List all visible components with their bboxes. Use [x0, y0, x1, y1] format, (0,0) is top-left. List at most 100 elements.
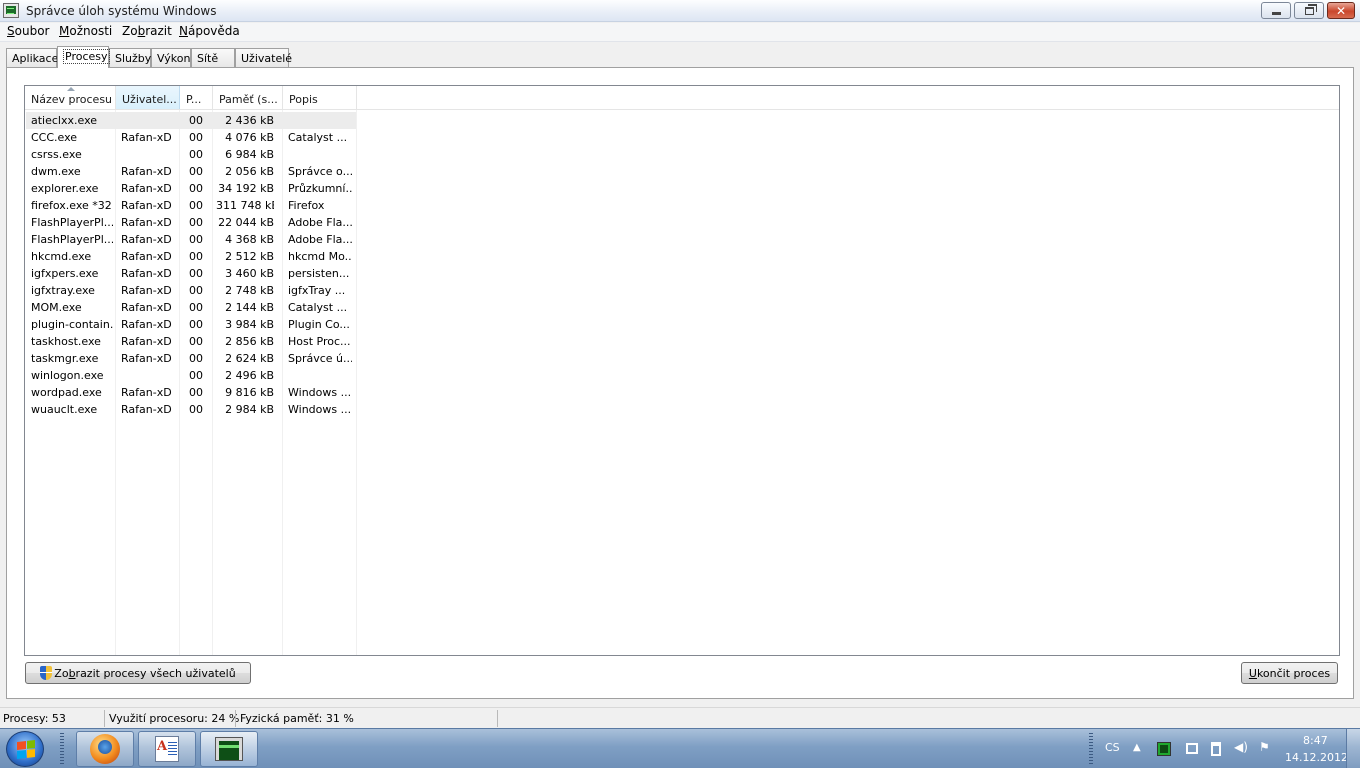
column-label: Paměť (s...	[219, 93, 278, 106]
column-label: Popis	[289, 93, 318, 106]
table-row[interactable]: MOM.exe Rafan-xD 00 2 144 kB Catalyst ...	[26, 299, 356, 316]
tab-aplikace[interactable]: Aplikace	[6, 48, 59, 68]
end-process-button[interactable]: Ukončit proces	[1241, 662, 1338, 684]
process-list[interactable]: Název procesu Uživatel... P... Paměť (s.…	[24, 85, 1340, 656]
process-cpu: 00	[189, 216, 203, 229]
minimize-button[interactable]	[1261, 2, 1291, 19]
tab-vykon[interactable]: Výkon	[151, 48, 191, 68]
taskbar-firefox[interactable]	[76, 731, 134, 767]
title-bar[interactable]: Správce úloh systému Windows ✕	[0, 0, 1360, 22]
process-user: Rafan-xD	[121, 301, 172, 314]
volume-icon[interactable]: ◀)	[1234, 740, 1248, 754]
column-header-memory[interactable]: Paměť (s...	[213, 86, 283, 109]
column-header-description[interactable]: Popis	[283, 86, 357, 109]
wordpad-icon	[155, 736, 179, 762]
process-user: Rafan-xD	[121, 284, 172, 297]
close-button[interactable]: ✕	[1327, 2, 1355, 19]
table-row[interactable]: dwm.exe Rafan-xD 00 2 056 kB Správce o...	[26, 163, 356, 180]
process-name: atieclxx.exe	[31, 114, 98, 127]
process-memory: 2 056 kB	[225, 165, 274, 178]
process-description: Správce o...	[288, 165, 352, 178]
menu-label-post: razit	[145, 24, 172, 38]
process-description: Plugin Co...	[288, 318, 350, 331]
taskbar-wordpad[interactable]	[138, 731, 196, 767]
process-cpu: 00	[189, 352, 203, 365]
process-description: hkcmd Mo...	[288, 250, 352, 263]
table-row[interactable]: winlogon.exe 00 2 496 kB	[26, 367, 356, 384]
process-cpu: 00	[189, 301, 203, 314]
process-memory: 311 748 kB	[216, 199, 274, 212]
menu-label-mnemonic: S	[7, 24, 15, 38]
taskbar: CS ▲ ◀) ⚑ 8:47 14.12.2012	[0, 728, 1360, 768]
show-all-processes-button[interactable]: Zo b razit procesy všech uživatelů	[25, 662, 251, 684]
menu-soubor[interactable]: Soubor	[7, 24, 49, 38]
column-header-cpu[interactable]: P...	[180, 86, 213, 109]
table-row[interactable]: hkcmd.exe Rafan-xD 00 2 512 kB hkcmd Mo...	[26, 248, 356, 265]
tab-site[interactable]: Sítě	[191, 48, 235, 68]
table-row[interactable]: explorer.exe Rafan-xD 00 34 192 kB Průzkumní…	[26, 180, 356, 197]
uac-shield-icon	[40, 666, 53, 680]
tray-grip[interactable]	[1089, 733, 1093, 765]
table-row[interactable]: taskhost.exe Rafan-xD 00 2 856 kB Host Proc.…	[26, 333, 356, 350]
tab-procesy[interactable]: Procesy	[57, 46, 110, 68]
show-desktop-button[interactable]	[1346, 729, 1360, 768]
menu-moznosti[interactable]: Možnosti	[59, 24, 112, 38]
table-row[interactable]: csrss.exe 00 6 984 kB	[26, 146, 356, 163]
clock-time[interactable]: 8:47	[1303, 734, 1328, 747]
column-label: P...	[186, 93, 202, 106]
process-name: igfxpers.exe	[31, 267, 99, 280]
process-user: Rafan-xD	[121, 131, 172, 144]
menu-label-mnemonic: M	[59, 24, 70, 38]
tab-uzivatele[interactable]: Uživatelé	[235, 48, 292, 68]
process-name: FlashPlayerPl...	[31, 216, 113, 229]
table-row[interactable]: wuauclt.exe Rafan-xD 00 2 984 kB Windows ...	[26, 401, 356, 418]
list-header: Název procesu Uživatel... P... Paměť (s.…	[25, 86, 1339, 110]
show-hidden-icons-icon[interactable]: ▲	[1133, 742, 1147, 756]
process-description: Host Proc...	[288, 335, 351, 348]
table-row[interactable]: FlashPlayerPl... Rafan-xD 00 22 044 kB Adobe…	[26, 214, 356, 231]
battery-icon[interactable]	[1211, 742, 1221, 756]
tab-sluzby[interactable]: Služby	[109, 48, 151, 68]
column-header-user[interactable]: Uživatel...	[116, 86, 180, 109]
menu-label-post: ožnosti	[69, 24, 113, 38]
table-row[interactable]: plugin-contain... Rafan-xD 00 3 984 kB Plugi…	[26, 316, 356, 333]
process-memory: 2 144 kB	[225, 301, 274, 314]
restore-button[interactable]	[1294, 2, 1324, 19]
process-user: Rafan-xD	[121, 386, 172, 399]
menu-napoveda[interactable]: Nápověda	[179, 24, 240, 38]
table-row[interactable]: CCC.exe Rafan-xD 00 4 076 kB Catalyst ...	[26, 129, 356, 146]
task-manager-icon	[215, 737, 243, 761]
language-indicator[interactable]: CS	[1105, 741, 1120, 754]
taskbar-task-manager[interactable]	[200, 731, 258, 767]
table-row[interactable]: atieclxx.exe 00 2 436 kB	[26, 112, 356, 129]
task-manager-tray-icon[interactable]	[1157, 742, 1171, 756]
status-process-count: Procesy: 53	[3, 712, 66, 725]
table-row[interactable]: igfxtray.exe Rafan-xD 00 2 748 kB igfxTray .…	[26, 282, 356, 299]
status-memory-usage: Fyzická paměť: 31 %	[240, 712, 354, 725]
process-memory: 9 816 kB	[225, 386, 274, 399]
menu-zobrazit[interactable]: Zobrazit	[122, 24, 172, 38]
network-icon[interactable]	[1186, 743, 1198, 754]
process-memory: 2 984 kB	[225, 403, 274, 416]
table-row[interactable]: wordpad.exe Rafan-xD 00 9 816 kB Windows ...	[26, 384, 356, 401]
action-center-flag-icon[interactable]: ⚑	[1259, 740, 1273, 754]
tab-label: Aplikace	[12, 52, 59, 65]
start-button[interactable]	[6, 731, 44, 767]
menu-label-post: ápověda	[187, 24, 240, 38]
process-memory: 6 984 kB	[225, 148, 274, 161]
table-row[interactable]: FlashPlayerPl... Rafan-xD 00 4 368 kB Adobe …	[26, 231, 356, 248]
table-row[interactable]: firefox.exe *32 Rafan-xD 00 311 748 kB Firef…	[26, 197, 356, 214]
status-bar: Procesy: 53 Využití procesoru: 24 % Fyzi…	[0, 707, 1360, 728]
process-description: Adobe Fla...	[288, 216, 352, 229]
process-user: Rafan-xD	[121, 352, 172, 365]
column-header-name[interactable]: Název procesu	[25, 86, 116, 109]
tab-label: Výkon	[157, 52, 191, 65]
clock-date[interactable]: 14.12.2012	[1285, 751, 1348, 764]
process-memory: 34 192 kB	[218, 182, 274, 195]
taskbar-grip[interactable]	[60, 733, 64, 765]
process-name: igfxtray.exe	[31, 284, 95, 297]
table-row[interactable]: igfxpers.exe Rafan-xD 00 3 460 kB persisten.…	[26, 265, 356, 282]
process-cpu: 00	[189, 182, 203, 195]
process-cpu: 00	[189, 284, 203, 297]
table-row[interactable]: taskmgr.exe Rafan-xD 00 2 624 kB Správce ú..…	[26, 350, 356, 367]
